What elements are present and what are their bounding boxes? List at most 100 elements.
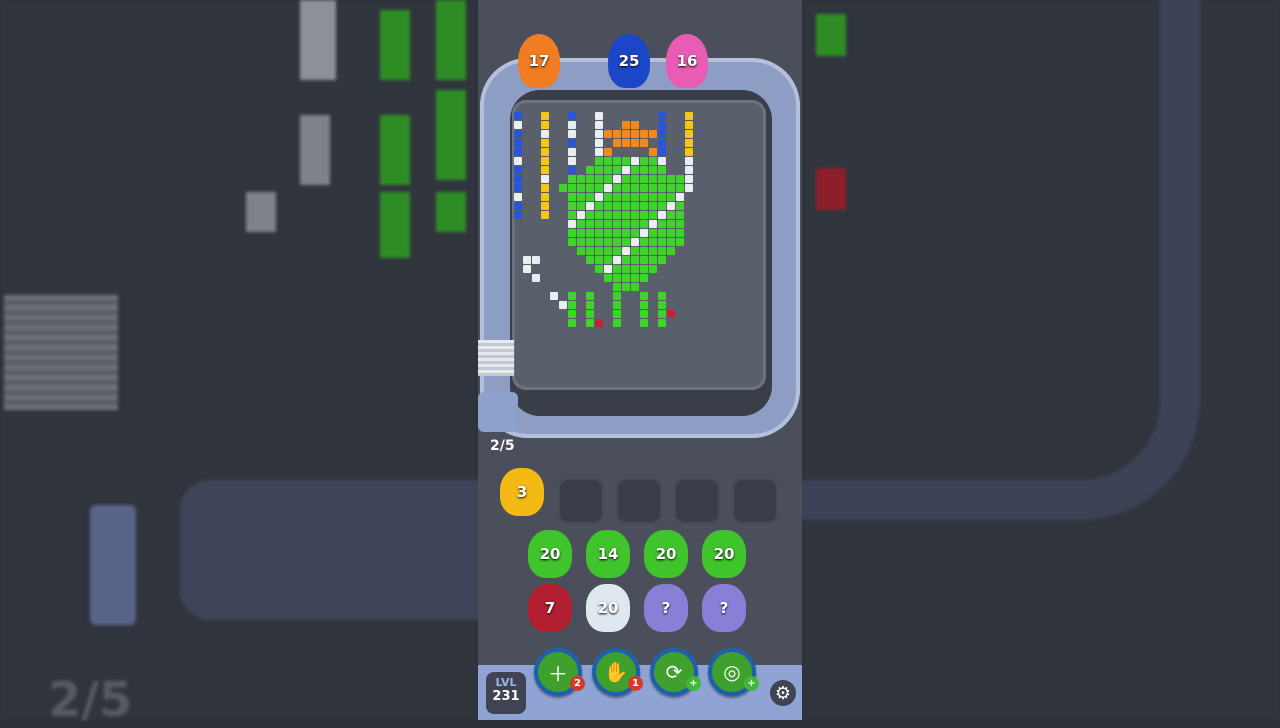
pixel-block	[613, 193, 621, 201]
color-pot[interactable]: ?	[644, 584, 688, 632]
pixel-block	[649, 193, 657, 201]
pixel-block	[514, 112, 522, 120]
pixel-block	[541, 157, 549, 165]
background-block	[246, 192, 276, 232]
pixel-block	[577, 202, 585, 210]
pixel-block	[613, 166, 621, 174]
pixel-block	[586, 310, 594, 318]
color-pot[interactable]: 20	[644, 530, 688, 578]
pixel-block	[658, 184, 666, 192]
color-pot[interactable]: 20	[586, 584, 630, 632]
pixel-block	[613, 319, 621, 327]
pixel-block	[595, 319, 603, 327]
pixel-block	[604, 238, 612, 246]
pixel-block	[631, 193, 639, 201]
booster-badge: 2	[570, 676, 585, 691]
pixel-block	[631, 139, 639, 147]
pixel-block	[604, 148, 612, 156]
pixel-block	[568, 166, 576, 174]
pixel-block	[676, 220, 684, 228]
pixel-block	[595, 220, 603, 228]
pixel-block	[649, 166, 657, 174]
pixel-block	[586, 184, 594, 192]
color-pot[interactable]: 20	[528, 530, 572, 578]
pixel-block	[586, 256, 594, 264]
pixel-block	[577, 247, 585, 255]
pixel-block	[631, 121, 639, 129]
background-block	[436, 192, 466, 232]
pixel-block	[568, 130, 576, 138]
pixel-block	[658, 157, 666, 165]
booster-badge: +	[686, 676, 701, 691]
pixel-block	[676, 202, 684, 210]
pixel-block	[667, 184, 675, 192]
pixel-block	[640, 256, 648, 264]
pixel-block	[541, 112, 549, 120]
color-pot[interactable]: 7	[528, 584, 572, 632]
color-pot[interactable]: ?	[702, 584, 746, 632]
pixel-block	[604, 130, 612, 138]
pixel-block	[604, 193, 612, 201]
pixel-block	[586, 319, 594, 327]
pixel-block	[604, 166, 612, 174]
pixel-block	[658, 175, 666, 183]
pixel-block	[685, 157, 693, 165]
background-conveyor-left	[180, 480, 490, 620]
pixel-block	[604, 256, 612, 264]
pixel-block	[541, 148, 549, 156]
booster-badge: 1	[628, 676, 643, 691]
pixel-block	[595, 202, 603, 210]
pixel-block	[631, 274, 639, 282]
pixel-block	[595, 184, 603, 192]
pixel-block	[523, 256, 531, 264]
pixel-block	[586, 175, 594, 183]
pixel-block	[613, 238, 621, 246]
belt-feeder	[478, 392, 518, 432]
queue-pot[interactable]: 3	[500, 468, 544, 516]
pixel-block	[514, 175, 522, 183]
pixel-block	[514, 121, 522, 129]
pixel-block	[649, 148, 657, 156]
pot-count: 3	[516, 483, 528, 501]
color-pot[interactable]: 20	[702, 530, 746, 578]
pixel-block	[604, 184, 612, 192]
pixel-block	[532, 274, 540, 282]
pixel-block	[631, 256, 639, 264]
pixel-block	[658, 130, 666, 138]
pot-count: 7	[544, 599, 556, 617]
empty-slot	[732, 478, 778, 524]
pot-count: ?	[719, 599, 729, 617]
pixel-block	[541, 193, 549, 201]
pixel-block	[595, 211, 603, 219]
empty-slot	[558, 478, 604, 524]
shooter-1[interactable]: 25	[608, 34, 650, 88]
pixel-block	[595, 121, 603, 129]
gear-icon[interactable]: ⚙	[770, 680, 796, 706]
pixel-block	[658, 247, 666, 255]
pixel-block	[595, 193, 603, 201]
booster-badge: +	[744, 676, 759, 691]
pixel-block	[586, 247, 594, 255]
pixel-block	[541, 184, 549, 192]
pixel-block	[586, 238, 594, 246]
pixel-block	[532, 256, 540, 264]
pixel-block	[541, 130, 549, 138]
pixel-block	[676, 229, 684, 237]
pixel-block	[640, 247, 648, 255]
pixel-block	[514, 211, 522, 219]
pixel-block	[577, 229, 585, 237]
shooter-0[interactable]: 17	[518, 34, 560, 88]
pixel-block	[604, 175, 612, 183]
pixel-block	[640, 319, 648, 327]
pixel-block	[685, 166, 693, 174]
shooter-2[interactable]: 16	[666, 34, 708, 88]
pixel-block	[631, 166, 639, 174]
pixel-block	[685, 175, 693, 183]
pixel-block	[676, 211, 684, 219]
pixel-block	[658, 202, 666, 210]
pixel-block	[676, 175, 684, 183]
color-pot[interactable]: 14	[586, 530, 630, 578]
pixel-block	[568, 319, 576, 327]
pixel-block	[577, 184, 585, 192]
pixel-art	[514, 112, 704, 332]
